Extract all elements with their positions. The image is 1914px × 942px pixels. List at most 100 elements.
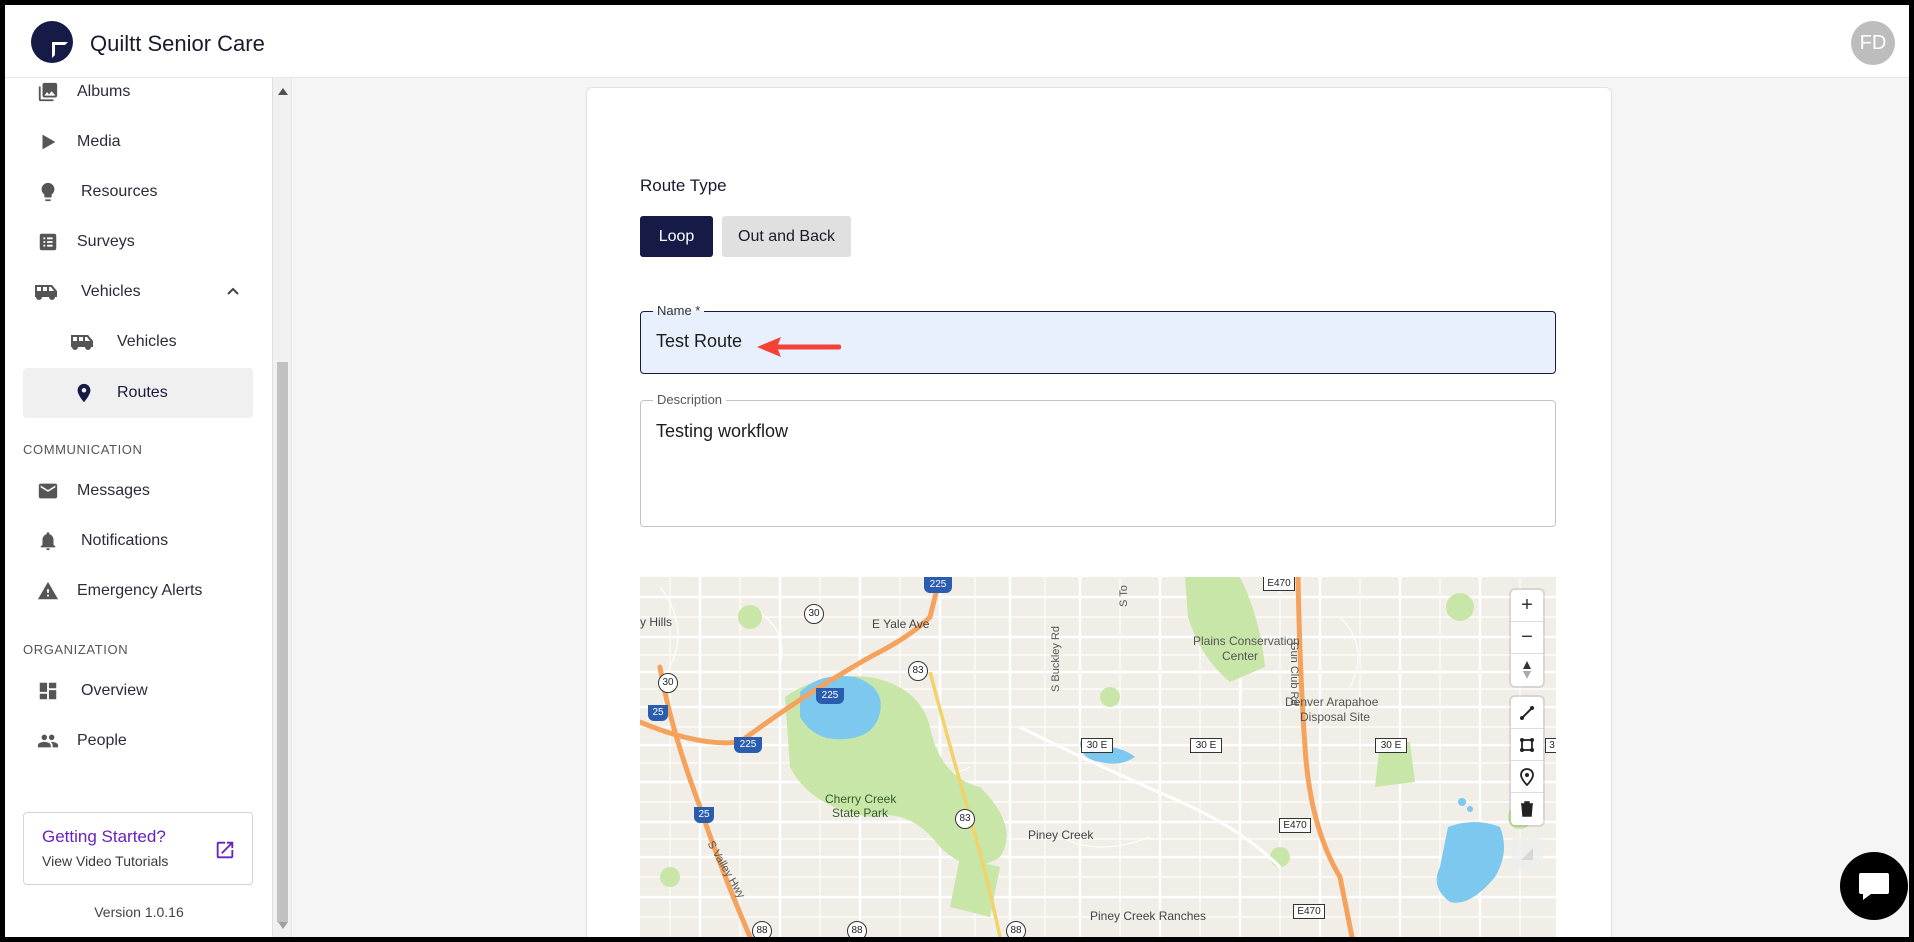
map-label: Disposal Site	[1300, 710, 1371, 724]
name-field-label: Name *	[653, 303, 705, 318]
sidebar-item-label: Albums	[77, 83, 131, 100]
route-shield: 30	[658, 673, 678, 693]
sidebar-item-label: Routes	[117, 384, 168, 401]
draw-polygon-icon	[1520, 737, 1534, 752]
sidebar-item-label: Overview	[81, 682, 148, 699]
out-and-back-button[interactable]: Out and Back	[722, 216, 851, 257]
chat-widget-button[interactable]	[1840, 852, 1908, 920]
red-arrow-annotation-icon	[757, 337, 841, 357]
interstate-shield: 25	[648, 705, 668, 721]
map-label: E Yale Ave	[872, 617, 930, 631]
bus-icon	[71, 335, 93, 350]
zoom-out-button[interactable]: −	[1511, 622, 1543, 654]
draw-line-button[interactable]	[1511, 697, 1543, 729]
lightbulb-icon	[41, 182, 55, 202]
scrollbar-thumb[interactable]	[277, 362, 288, 922]
app-version: Version 1.0.16	[94, 904, 184, 920]
open-in-new-icon	[216, 841, 234, 859]
photo-library-icon	[38, 82, 58, 102]
scroll-up-arrow-icon[interactable]	[278, 88, 288, 95]
map-label: Piney Creek	[1028, 828, 1094, 842]
sidebar-item-label: Resources	[81, 183, 158, 200]
sidebar-item-resources[interactable]: Resources	[23, 167, 253, 217]
interstate-shield: 225	[924, 577, 952, 593]
chat-bubble-icon	[1859, 873, 1889, 900]
route-shield: 88	[752, 921, 772, 937]
loop-button[interactable]: Loop	[640, 216, 713, 257]
section-label-communication: COMMUNICATION	[23, 442, 143, 457]
mail-icon	[38, 483, 58, 499]
dashboard-icon	[39, 682, 57, 700]
map-canvas[interactable]	[640, 577, 1556, 937]
sidebar-item-notifications[interactable]: Notifications	[23, 516, 253, 566]
route-shield: 83	[955, 809, 975, 829]
sidebar-item-routes[interactable]: Routes	[23, 368, 253, 418]
sidebar-item-albums[interactable]: Albums	[23, 67, 253, 117]
sidebar-item-label: Media	[77, 133, 121, 150]
sidebar-item-messages[interactable]: Messages	[23, 466, 253, 516]
description-field[interactable]: Description Testing workflow	[640, 392, 1556, 527]
draw-line-icon	[1520, 705, 1534, 720]
highway-shield: E470	[1293, 904, 1325, 919]
draw-polygon-button[interactable]	[1511, 729, 1543, 761]
section-label-organization: ORGANIZATION	[23, 642, 129, 657]
compass-icon	[1523, 661, 1531, 679]
sidebar-item-label: People	[77, 732, 127, 749]
description-input[interactable]: Testing workflow	[656, 421, 788, 442]
sidebar-group-vehicles[interactable]: Vehicles	[23, 267, 253, 317]
sidebar-item-label: Notifications	[81, 532, 169, 549]
delete-feature-button[interactable]	[1511, 793, 1543, 825]
bus-icon	[35, 285, 57, 300]
getting-started-title: Getting Started?	[42, 827, 166, 846]
getting-started-subtitle: View Video Tutorials	[42, 853, 169, 869]
play-icon	[42, 134, 56, 150]
map-marker-icon	[1520, 767, 1534, 786]
map-label: Cherry Creek	[825, 792, 897, 806]
map-label: y Hills	[640, 615, 672, 629]
route-map[interactable]: E Yale Ave y Hills S Buckley Rd Gun Club…	[640, 577, 1556, 937]
highway-shield: 30 E	[1081, 738, 1113, 753]
draw-point-button[interactable]	[1511, 761, 1543, 793]
quiltt-logo-icon[interactable]	[31, 21, 73, 63]
draw-mode-icon	[1521, 848, 1533, 860]
interstate-shield: 225	[816, 688, 844, 704]
sidebar-scrollbar[interactable]	[273, 78, 292, 937]
name-input[interactable]: Test Route	[656, 331, 742, 352]
sidebar-item-label: Vehicles	[81, 283, 141, 300]
zoom-in-button[interactable]: +	[1511, 590, 1543, 622]
highway-shield: 30 E	[1375, 738, 1407, 753]
map-label: Center	[1222, 649, 1259, 663]
bell-icon	[40, 532, 56, 551]
route-shield: 30	[804, 604, 824, 624]
interstate-shield: 25	[694, 807, 714, 823]
top-app-bar: Quiltt Senior Care FD	[5, 5, 1909, 78]
trash-icon	[1521, 801, 1533, 817]
sidebar-item-emergency-alerts[interactable]: Emergency Alerts	[23, 566, 253, 616]
map-label: S Buckley Rd	[1050, 625, 1062, 692]
getting-started-card[interactable]: Getting Started? View Video Tutorials	[23, 812, 253, 885]
highway-shield: 30 E	[1190, 738, 1222, 753]
sidebar-item-people[interactable]: People	[23, 716, 253, 766]
map-navigation-controls: + −	[1511, 590, 1543, 686]
sidebar-item-label: Emergency Alerts	[77, 582, 203, 599]
route-shield: 88	[847, 921, 867, 937]
sidebar-item-surveys[interactable]: Surveys	[23, 217, 253, 267]
map-label: Plains Conservation	[1193, 634, 1300, 648]
sidebar-item-media[interactable]: Media	[23, 117, 253, 167]
draw-mode-button[interactable]	[1511, 838, 1543, 870]
map-label: S To	[1118, 585, 1130, 607]
compass-button[interactable]	[1511, 654, 1543, 686]
location-pin-icon	[77, 383, 91, 403]
map-label: Piney Creek Ranches	[1090, 909, 1207, 923]
sidebar-item-vehicles[interactable]: Vehicles	[23, 317, 253, 367]
sidebar: Albums Media Resources Surveys Vehicles …	[5, 78, 273, 937]
user-avatar[interactable]: FD	[1851, 21, 1895, 65]
highway-shield: E470	[1263, 577, 1295, 591]
highway-shield: E470	[1279, 818, 1311, 833]
app-title: Quiltt Senior Care	[90, 31, 265, 56]
scroll-down-arrow-icon[interactable]	[278, 922, 288, 929]
chevron-up-icon[interactable]	[225, 283, 241, 299]
description-field-label: Description	[653, 392, 727, 407]
sidebar-item-overview[interactable]: Overview	[23, 666, 253, 716]
highway-shield: 3	[1545, 738, 1556, 753]
